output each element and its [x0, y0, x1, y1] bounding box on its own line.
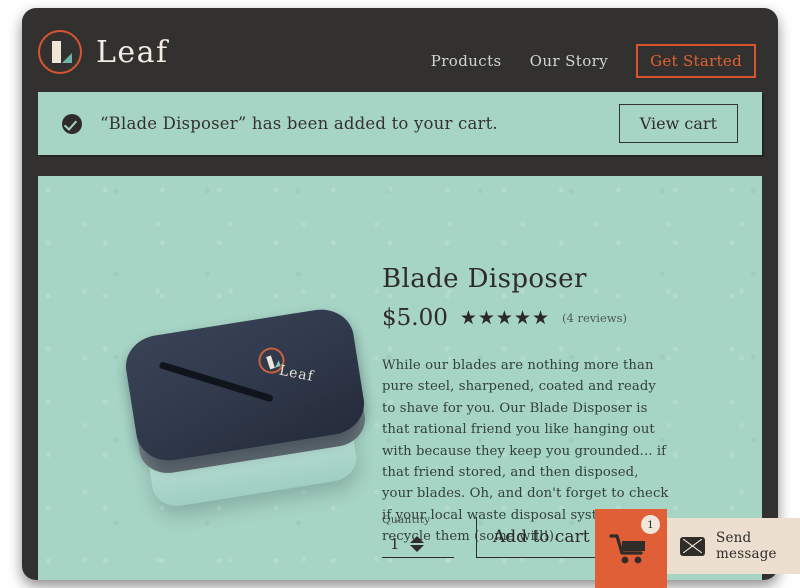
quantity-input[interactable]: 1	[382, 530, 454, 558]
notification-message: “Blade Disposer” has been added to your …	[100, 114, 498, 133]
cart-badge-count: 1	[641, 515, 660, 534]
product-price: $5.00	[382, 305, 448, 331]
star-rating-icon: ★★★★★	[459, 307, 551, 329]
main-nav: Products Our Story Get Started	[431, 44, 756, 78]
site-frame: Leaf Products Our Story Get Started “Bla…	[22, 8, 778, 580]
shopping-cart-icon	[609, 534, 645, 564]
stepper-up-icon[interactable]	[409, 536, 424, 543]
logo-bar-shape	[52, 41, 61, 63]
leaf-logo-icon	[38, 30, 82, 74]
site-header: Leaf Products Our Story Get Started	[22, 8, 778, 92]
purchase-row: Quantity 1 Add to cart	[382, 514, 624, 558]
brand-name: Leaf	[96, 34, 169, 70]
review-count-label[interactable]: (4 reviews)	[562, 311, 627, 325]
view-cart-button[interactable]: View cart	[618, 104, 738, 143]
logo-triangle-shape	[62, 53, 72, 63]
cart-notification-bar: “Blade Disposer” has been added to your …	[38, 92, 762, 155]
product-title: Blade Disposer	[382, 264, 587, 294]
nav-link-products[interactable]: Products	[431, 52, 502, 70]
envelope-icon	[680, 536, 705, 556]
tin-slot-shape	[158, 361, 274, 403]
floating-cart-button[interactable]: 1	[595, 509, 667, 588]
product-info: Blade Disposer $5.00 ★★★★★ (4 reviews) W…	[382, 264, 672, 547]
lid-brand-text: Leaf	[277, 362, 316, 386]
send-message-button[interactable]: Send message	[667, 518, 800, 574]
quantity-label: Quantity	[382, 514, 431, 526]
check-circle-icon	[62, 113, 82, 134]
stepper-down-icon[interactable]	[409, 545, 424, 552]
brand[interactable]: Leaf	[38, 30, 169, 74]
quantity-control: Quantity 1	[382, 514, 454, 558]
price-rating-row: $5.00 ★★★★★ (4 reviews)	[382, 305, 672, 331]
get-started-button[interactable]: Get Started	[636, 44, 756, 78]
blade-disposer-tin-photo: Leaf	[84, 286, 394, 516]
nav-link-our-story[interactable]: Our Story	[530, 52, 608, 70]
quantity-stepper[interactable]	[409, 536, 424, 552]
quantity-value: 1	[390, 535, 400, 553]
send-message-label: Send message	[716, 530, 777, 562]
